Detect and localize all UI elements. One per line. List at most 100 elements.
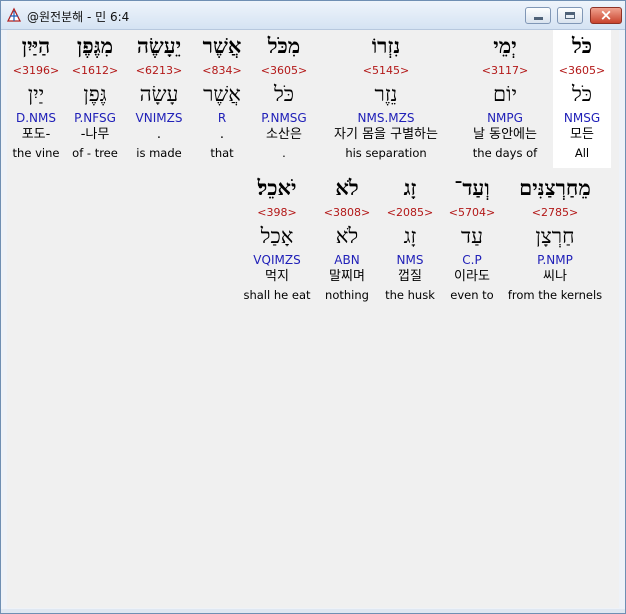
english-gloss: All	[574, 146, 590, 160]
korean-gloss: .	[156, 127, 162, 142]
strongs-number[interactable]: <3605>	[253, 64, 315, 78]
morphology-code: D.NMS	[15, 111, 56, 125]
lexical-form: חַרְצָן	[535, 224, 575, 248]
lexical-form: אָכַל	[260, 224, 294, 248]
lexical-form: נֵזֶר	[374, 82, 398, 106]
strongs-number[interactable]: <3605>	[553, 64, 611, 78]
morphology-code: P.NMSG	[261, 111, 307, 125]
korean-gloss: 모든	[570, 127, 594, 142]
hebrew-word: יֹאכֵל׃	[257, 175, 297, 200]
hebrew-word: נִזְרוֹ	[371, 33, 401, 58]
maximize-button[interactable]	[557, 7, 583, 24]
korean-gloss: .	[219, 127, 225, 142]
english-gloss: of - tree	[72, 146, 118, 160]
lexical-form: כֹּל	[571, 82, 593, 106]
english-gloss: the vine	[12, 146, 60, 160]
title-bar[interactable]: @원전분해 - 민 6:4 ×	[1, 1, 625, 30]
korean-gloss: 자기 몸을 구별하는	[334, 127, 438, 142]
word-column[interactable]: זָג <2085> זָג NMS 껍질 the husk	[381, 172, 439, 310]
strongs-number[interactable]: <1612>	[67, 64, 123, 78]
korean-gloss: 소산은	[266, 127, 302, 142]
word-column[interactable]: נִזְרוֹ <5145> נֵזֶר NMS.MZS 자기 몸을 구별하는 …	[320, 30, 452, 168]
word-column[interactable]: כֹּל <3605> כֹּל NMSG 모든 All	[553, 30, 611, 168]
app-window: @원전분해 - 민 6:4 × כֹּל <3605> כֹּל NMSG 모든…	[0, 0, 626, 614]
korean-gloss: 이라도	[454, 269, 490, 284]
korean-gloss: 껍질	[398, 269, 422, 284]
word-column[interactable]: מִכֹּל <3605> כֹּל P.NMSG 소산은 .	[253, 30, 315, 168]
morphology-code: ABN	[334, 253, 360, 267]
lexical-form: אֲשֶׁר	[203, 82, 241, 106]
lexical-form: יַיִן	[27, 82, 45, 106]
strongs-number[interactable]: <5704>	[445, 206, 499, 220]
english-gloss: .	[282, 146, 286, 160]
english-gloss: that	[210, 146, 234, 160]
hebrew-word: יְמֵי	[493, 33, 517, 58]
hebrew-word: מִגֶּפֶן	[76, 33, 114, 58]
morphology-code: NMS.MZS	[357, 111, 415, 125]
minimize-icon	[534, 17, 543, 20]
strongs-number[interactable]: <398>	[239, 206, 315, 220]
korean-gloss: 날 동안에는	[473, 127, 537, 142]
hebrew-word: לֹא	[335, 175, 359, 200]
korean-gloss: 포도-	[21, 127, 51, 142]
korean-gloss: 씨나	[543, 269, 567, 284]
english-gloss: nothing	[325, 288, 369, 302]
close-icon: ×	[599, 6, 613, 24]
english-gloss: his separation	[345, 146, 427, 160]
word-column[interactable]: הַיַּיִן <3196> יַיִן D.NMS 포도- the vine	[9, 30, 63, 168]
lexical-form: עָשָׂה	[139, 82, 179, 106]
morphology-code: VNIMZS	[135, 111, 183, 125]
interlinear-view[interactable]: כֹּל <3605> כֹּל NMSG 모든 All יְמֵי <3117…	[7, 30, 619, 608]
word-column[interactable]: אֲשֶׁר <834> אֲשֶׁר R . that	[195, 30, 249, 168]
korean-gloss: 말찌며	[329, 269, 365, 284]
lexical-form: זָג	[403, 224, 417, 248]
lexical-form: עַד	[461, 224, 483, 248]
morphology-code: NMS	[396, 253, 424, 267]
window-border	[1, 609, 625, 613]
lexical-form: גֶּפֶן	[83, 82, 107, 106]
word-column[interactable]: מִגֶּפֶן <1612> גֶּפֶן P.NFSG -나무 of - t…	[67, 30, 123, 168]
maximize-icon	[565, 12, 575, 19]
lexical-form: כֹּל	[273, 82, 295, 106]
morphology-code: NMSG	[563, 111, 601, 125]
hebrew-word: יֵעָשֶׂה	[136, 33, 182, 58]
strongs-number[interactable]: <2085>	[381, 206, 439, 220]
window-title: @원전분해 - 민 6:4	[27, 10, 130, 24]
hebrew-word: זָג	[403, 175, 417, 200]
minimize-button[interactable]	[525, 7, 551, 24]
word-column[interactable]: יֹאכֵל׃ <398> אָכַל VQIMZS 먹지 shall he e…	[239, 172, 315, 310]
english-gloss: even to	[450, 288, 494, 302]
word-column[interactable]: מֵחַרְצַנִּים <2785> חַרְצָן P.NMP 씨나 fr…	[503, 172, 607, 310]
hebrew-word: כֹּל	[571, 33, 593, 58]
hebrew-word: מִכֹּל	[267, 33, 301, 58]
strongs-number[interactable]: <5145>	[320, 64, 452, 78]
morphology-code: NMPG	[487, 111, 523, 125]
strongs-number[interactable]: <6213>	[127, 64, 191, 78]
app-icon	[6, 7, 22, 22]
hebrew-word: מֵחַרְצַנִּים	[519, 175, 591, 200]
english-gloss: is made	[136, 146, 182, 160]
english-gloss: the husk	[385, 288, 435, 302]
word-column[interactable]: לֹא <3808> לֹא ABN 말찌며 nothing	[320, 172, 374, 310]
word-column[interactable]: וְעַד־ <5704> עַד C.P 이라도 even to	[445, 172, 499, 310]
korean-gloss: -나무	[80, 127, 110, 142]
hebrew-word: הַיַּיִן	[21, 33, 51, 58]
strongs-number[interactable]: <3808>	[320, 206, 374, 220]
morphology-code: P.NMP	[537, 253, 573, 267]
english-gloss: the days of	[472, 146, 538, 160]
hebrew-word: אֲשֶׁר	[202, 33, 242, 58]
english-gloss: from the kernels	[507, 288, 603, 302]
strongs-number[interactable]: <2785>	[503, 206, 607, 220]
strongs-number[interactable]: <834>	[195, 64, 249, 78]
hebrew-word: וְעַד־	[454, 175, 490, 200]
strongs-number[interactable]: <3196>	[9, 64, 63, 78]
morphology-code: VQIMZS	[253, 253, 301, 267]
word-column[interactable]: יֵעָשֶׂה <6213> עָשָׂה VNIMZS . is made	[127, 30, 191, 168]
strongs-number[interactable]: <3117>	[461, 64, 549, 78]
close-button[interactable]: ×	[590, 6, 622, 24]
word-column[interactable]: יְמֵי <3117> יוֹם NMPG 날 동안에는 the days o…	[461, 30, 549, 168]
morphology-code: P.NFSG	[74, 111, 116, 125]
korean-gloss: 먹지	[265, 269, 289, 284]
lexical-form: לֹא	[335, 224, 359, 248]
english-gloss: shall he eat	[243, 288, 311, 302]
